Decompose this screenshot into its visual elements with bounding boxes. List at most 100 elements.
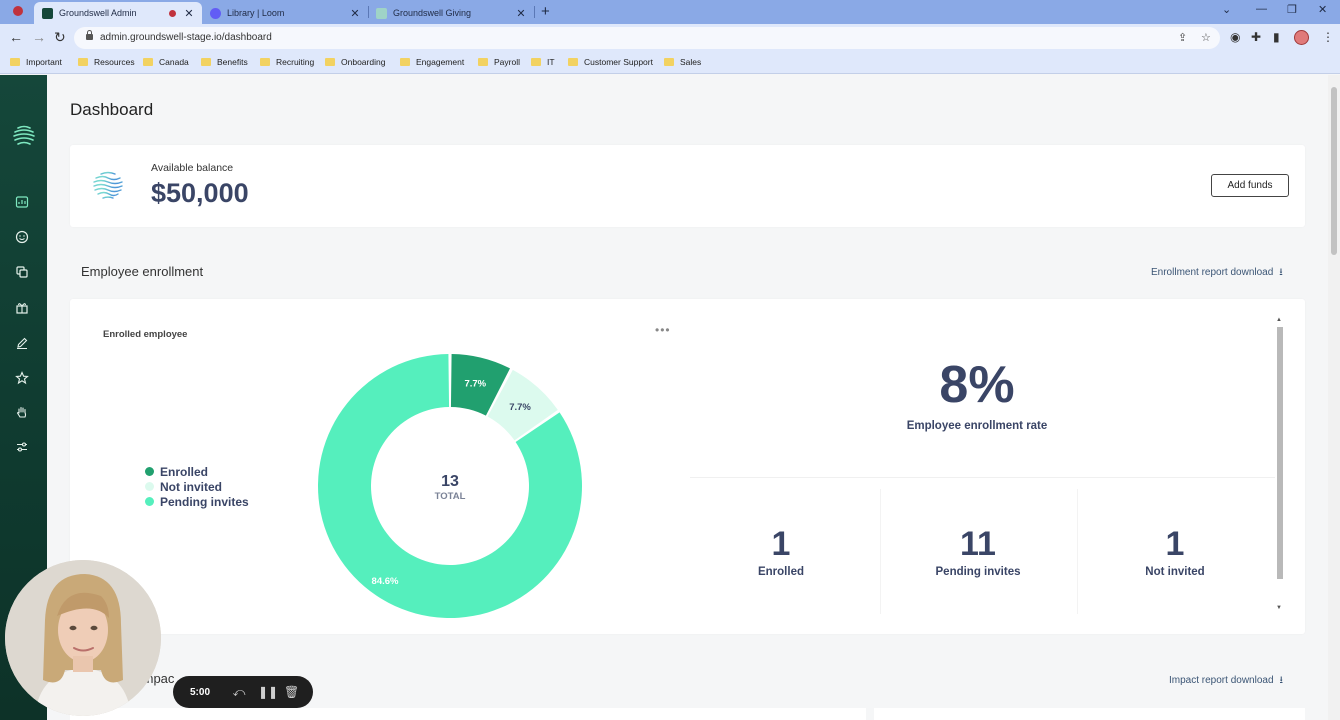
hand-icon[interactable] (14, 405, 30, 421)
tab-recording-dot-icon (169, 9, 176, 17)
enrollment-report-download-link[interactable]: Enrollment report download ⭳ (1151, 265, 1283, 282)
chart-icon[interactable] (14, 195, 30, 211)
chart-legend: Enrolled Not invited Pending invites (145, 464, 249, 509)
tab-groundswell-giving[interactable]: Groundswell Giving ✕ (368, 2, 534, 24)
stat-value: 11 (960, 525, 996, 563)
bookmark-recruiting[interactable]: Recruiting (260, 57, 314, 67)
address-bar[interactable]: admin.groundswell-stage.io/dashboard ⇪ ☆ (74, 27, 1220, 49)
copy-icon[interactable] (14, 265, 30, 281)
legend-item-enrolled[interactable]: Enrolled (145, 464, 249, 479)
pause-icon[interactable]: ❚❚ (258, 685, 278, 699)
page-scrollbar-thumb[interactable] (1331, 87, 1337, 255)
smiley-icon[interactable] (14, 230, 30, 246)
browser-menu-icon[interactable]: ⋮ (1322, 30, 1334, 44)
stat-enrolled: 1 Enrolled (711, 525, 851, 578)
bookmark-important[interactable]: Important (10, 57, 62, 67)
gift-icon[interactable] (14, 301, 30, 317)
bookmark-payroll[interactable]: Payroll (478, 57, 520, 67)
bookmark-star-icon[interactable]: ☆ (1201, 31, 1211, 44)
groundswell-favicon-icon (42, 7, 53, 19)
bookmark-canada[interactable]: Canada (143, 57, 189, 67)
bookmark-resources[interactable]: Resources (78, 57, 135, 67)
add-funds-button[interactable]: Add funds (1211, 174, 1289, 197)
page-scrollbar[interactable] (1328, 75, 1340, 720)
tab-search-icon[interactable]: ⌄ (1222, 3, 1231, 16)
stats-scrollbar[interactable]: ▲ ▼ (1275, 317, 1285, 617)
star-icon[interactable] (14, 371, 30, 387)
scroll-up-icon[interactable]: ▲ (1276, 317, 1282, 323)
bookmark-it[interactable]: IT (531, 57, 555, 67)
close-tab-icon[interactable]: ✕ (348, 7, 362, 20)
bookmark-customer-support[interactable]: Customer Support (568, 57, 653, 67)
close-tab-icon[interactable]: ✕ (182, 7, 196, 20)
extension-icon[interactable]: ◉ (1230, 30, 1240, 44)
folder-icon (531, 58, 541, 66)
stat-value: 1 (771, 525, 791, 563)
stats-divider (690, 477, 1275, 478)
folder-icon (201, 58, 211, 66)
bookmark-sales[interactable]: Sales (664, 57, 701, 67)
close-tab-icon[interactable]: ✕ (514, 7, 528, 20)
tab-label: Groundswell Giving (393, 8, 472, 18)
profile-avatar[interactable] (1294, 30, 1309, 45)
sliders-icon[interactable] (14, 440, 30, 456)
legend-item-pending-invites[interactable]: Pending invites (145, 494, 249, 509)
scroll-down-icon[interactable]: ▼ (1276, 605, 1282, 611)
trash-icon[interactable]: 🗑 (284, 685, 299, 699)
enrollment-donut-chart: 7.7% 7.7% 84.6% 13 TOTAL (318, 354, 582, 618)
loom-favicon-icon (210, 7, 221, 19)
pencil-icon[interactable] (14, 336, 30, 352)
groundswell-logo-icon[interactable] (12, 123, 36, 147)
impact-card-left (70, 708, 866, 720)
tab-label: Groundswell Admin (59, 8, 137, 18)
new-tab-icon[interactable]: + (541, 3, 550, 20)
tab-loom-library[interactable]: Library | Loom ✕ (202, 2, 368, 24)
folder-icon (143, 58, 153, 66)
stat-not-invited: 1 Not invited (1105, 525, 1245, 578)
back-icon[interactable]: ← (9, 29, 23, 45)
stat-value: 1 (1165, 525, 1185, 563)
impact-report-download-link[interactable]: Impact report download ⭳ (1169, 673, 1283, 690)
chart-title: Enrolled employee (103, 329, 188, 340)
legend-item-not-invited[interactable]: Not invited (145, 479, 249, 494)
legend-label: Pending invites (160, 494, 249, 509)
groundswell-wave-logo-icon (93, 171, 123, 199)
webcam-bubble[interactable] (5, 560, 161, 716)
share-icon[interactable]: ⇪ (1178, 31, 1187, 44)
legend-swatch (145, 467, 154, 476)
bookmark-onboarding[interactable]: Onboarding (325, 57, 385, 67)
url-text[interactable]: admin.groundswell-stage.io/dashboard (100, 32, 272, 43)
folder-icon (568, 58, 578, 66)
folder-icon (478, 58, 488, 66)
balance-label: Available balance (151, 162, 234, 174)
donut-data-label: 84.6% (372, 576, 399, 587)
main-content: Dashboard Available balance $50,000 Add (47, 75, 1328, 720)
enrollment-rate-value: 8% (939, 356, 1015, 414)
folder-icon (10, 58, 20, 66)
tab-label: Library | Loom (227, 8, 285, 18)
folder-icon (260, 58, 270, 66)
close-window-icon[interactable]: ✕ (1318, 3, 1327, 16)
minimize-icon[interactable]: — (1256, 3, 1267, 15)
undo-icon[interactable]: ⤺ (232, 685, 246, 700)
page-title: Dashboard (70, 100, 154, 119)
bookmark-engagement[interactable]: Engagement (400, 57, 464, 67)
bookmarks-bar: Important Resources Canada Benefits Recr… (0, 52, 1340, 74)
tab-groundswell-admin[interactable]: Groundswell Admin ✕ (34, 2, 202, 24)
balance-value: $50,000 (151, 178, 249, 208)
impact-card-right (874, 708, 1305, 720)
chart-menu-icon[interactable]: ••• (655, 323, 671, 337)
lock-icon (86, 30, 93, 40)
stat-pending-invites: 11 Pending invites (908, 525, 1048, 578)
maximize-icon[interactable]: ❐ (1287, 3, 1297, 16)
reload-icon[interactable]: ↻ (54, 29, 66, 46)
balance-card: Available balance $50,000 Add funds (70, 145, 1305, 227)
enrollment-card: Enrolled employee ••• Enrolled Not invit… (70, 299, 1305, 634)
recording-indicator-icon (13, 6, 23, 16)
side-panel-icon[interactable]: ▮ (1273, 30, 1280, 44)
browser-tab-bar: Groundswell Admin ✕ Library | Loom ✕ Gro… (0, 0, 1340, 24)
bookmark-benefits[interactable]: Benefits (201, 57, 248, 67)
extensions-puzzle-icon[interactable]: ✚ (1251, 30, 1261, 44)
scrollbar-thumb[interactable] (1277, 327, 1283, 579)
forward-icon[interactable]: → (32, 29, 46, 45)
